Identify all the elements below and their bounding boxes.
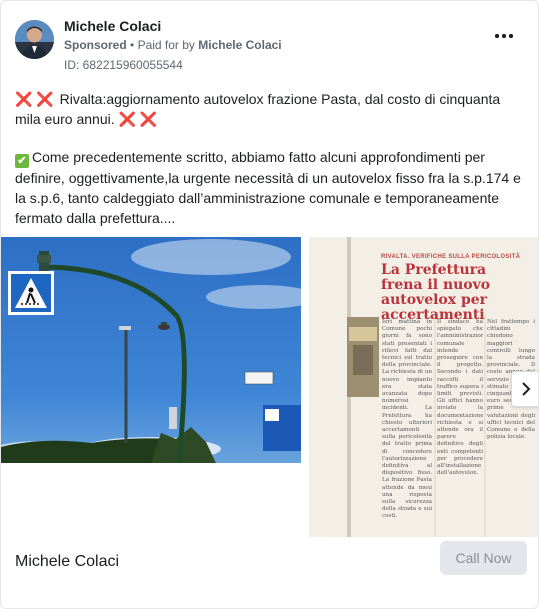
carousel-next-button[interactable] xyxy=(511,371,538,407)
paid-for-name: Michele Colaci xyxy=(198,38,282,52)
footer-title: Michele Colaci xyxy=(15,553,120,570)
check-mark-icon: ✔ xyxy=(15,154,29,168)
avatar[interactable] xyxy=(15,20,54,59)
author-name[interactable]: Michele Colaci xyxy=(64,17,282,35)
more-horizontal-icon[interactable] xyxy=(494,31,514,41)
sponsored-line: Sponsored • Paid for by Michele Colaci xyxy=(64,36,282,54)
cross-mark-icon: ❌ ❌ xyxy=(118,111,158,127)
paid-for-prefix: Paid for by xyxy=(137,38,195,52)
post-paragraph-2: ✔ Come precedentemente scritto, abbiamo f… xyxy=(15,147,527,228)
call-now-button[interactable]: Call Now xyxy=(440,541,527,575)
ad-footer: Michele Colaci Call Now xyxy=(1,537,538,608)
carousel-slide-newspaper-clipping[interactable]: RIVALTA. VERIFICHE SULLA PERICOLOSITÀ La… xyxy=(309,237,538,537)
post-text: ❌ ❌ Rivalta:aggiornamento autovelox fraz… xyxy=(15,89,527,246)
carousel-slide-speed-camera-photo[interactable] xyxy=(1,237,301,463)
paragraph-1-text: Rivalta:aggiornamento autovelox frazione… xyxy=(15,91,501,127)
post-meta: Michele Colaci Sponsored • Paid for by M… xyxy=(64,17,282,74)
newspaper-text-column-2: Il sindaco ha spiegato che l'amministraz… xyxy=(437,319,483,477)
chevron-right-icon xyxy=(522,382,531,396)
paragraph-2-text: Come precedentemente scritto, abbiamo fa… xyxy=(15,149,521,226)
ad-card: Michele Colaci Sponsored • Paid for by M… xyxy=(0,0,539,609)
speed-camera-photo xyxy=(1,237,301,463)
separator-dot: • xyxy=(130,38,138,52)
post-header: Michele Colaci Sponsored • Paid for by M… xyxy=(15,17,524,73)
ad-id: ID: 682215960055544 xyxy=(64,58,183,72)
post-paragraph-1: ❌ ❌ Rivalta:aggiornamento autovelox fraz… xyxy=(15,89,527,129)
avatar-photo xyxy=(15,20,54,59)
cross-mark-icon: ❌ ❌ xyxy=(15,91,54,107)
newspaper-text-column-3: Nel frattempo i cittadini chiedono maggi… xyxy=(487,319,535,441)
sponsored-label: Sponsored xyxy=(64,38,127,52)
image-carousel[interactable]: RIVALTA. VERIFICHE SULLA PERICOLOSITÀ La… xyxy=(1,237,538,537)
newspaper-text-column-1: Ieri mattina in Comune pochi giorni fa s… xyxy=(382,319,432,520)
newspaper-kicker: RIVALTA. VERIFICHE SULLA PERICOLOSITÀ xyxy=(381,254,521,260)
newspaper-headline: La Prefettura frena il nuovo autovelox p… xyxy=(381,262,491,323)
